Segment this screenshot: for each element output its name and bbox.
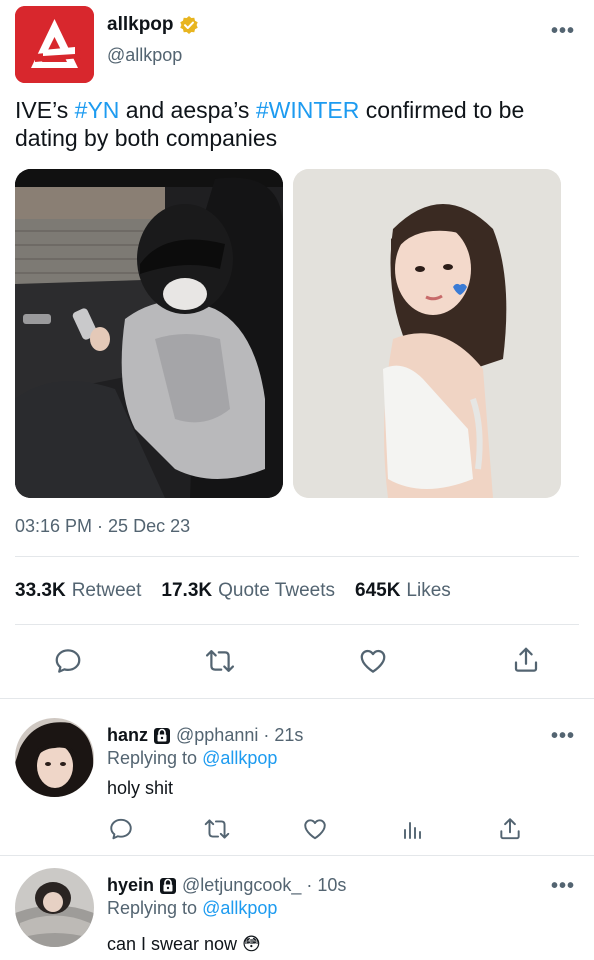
more-options-icon[interactable]: ••• — [551, 20, 575, 43]
author-handle[interactable]: @allkpop — [107, 45, 182, 66]
reply-avatar-hanz[interactable] — [15, 718, 94, 797]
reply-text: can I swear now 😳 — [107, 934, 261, 954]
share-icon[interactable] — [511, 645, 541, 675]
reply-icon[interactable] — [53, 646, 83, 676]
reply-header: hanz @pphanni · 21s — [107, 725, 303, 746]
replying-to-prefix: Replying to — [107, 748, 198, 768]
tweet-timestamp[interactable]: 03:16 PM · 25 Dec 23 — [15, 516, 190, 537]
allkpop-avatar[interactable] — [15, 6, 94, 83]
divider — [15, 556, 579, 557]
retweet-count[interactable]: 33.3K Retweet — [15, 580, 141, 602]
retweet-count-value: 33.3K — [15, 580, 66, 601]
like-count[interactable]: 645K Likes — [355, 580, 451, 602]
reply-icon[interactable] — [108, 816, 134, 842]
replying-to-link[interactable]: @allkpop — [202, 748, 277, 768]
author-name[interactable]: allkpop — [107, 14, 199, 36]
reply-author-name[interactable]: hanz — [107, 725, 148, 746]
share-icon[interactable] — [497, 816, 523, 842]
hashtag-winter[interactable]: #WINTER — [256, 97, 360, 123]
quote-count-value: 17.3K — [161, 580, 213, 601]
reply-author-name[interactable]: hyein — [107, 875, 154, 896]
reply-time[interactable]: · 21s — [263, 725, 303, 746]
lock-icon — [160, 877, 177, 894]
reply-time[interactable]: · 10s — [306, 875, 346, 896]
tweet-stats: 33.3K Retweet 17.3K Quote Tweets 645K Likes — [15, 580, 451, 602]
reply-avatar-hyein[interactable] — [15, 868, 94, 947]
lock-icon — [154, 727, 171, 744]
divider — [15, 624, 579, 625]
retweet-icon[interactable] — [203, 816, 231, 842]
retweet-icon[interactable] — [204, 646, 236, 676]
reply-header: hyein @letjungcook_ · 10s — [107, 875, 346, 896]
more-options-icon[interactable]: ••• — [551, 875, 575, 898]
replying-to-prefix: Replying to — [107, 898, 198, 918]
retweet-count-label: Retweet — [71, 580, 142, 601]
reply-tweet[interactable]: hyein @letjungcook_ · 10s ••• Replying t… — [0, 856, 594, 960]
more-options-icon[interactable]: ••• — [551, 725, 575, 748]
tweet-actions — [0, 642, 594, 678]
tweet-text-part: IVE’s — [15, 97, 75, 123]
replying-to-link[interactable]: @allkpop — [202, 898, 277, 918]
replying-to: Replying to @allkpop — [107, 898, 277, 919]
like-count-value: 645K — [355, 580, 401, 601]
analytics-icon[interactable] — [400, 818, 424, 842]
tweet-image-portrait[interactable] — [293, 169, 561, 498]
author-name-text[interactable]: allkpop — [107, 14, 174, 36]
quote-count[interactable]: 17.3K Quote Tweets — [161, 580, 335, 602]
tweet-text: IVE’s #YN and aespa’s #WINTER confirmed … — [15, 96, 575, 152]
tweet-text-part: and aespa’s — [119, 97, 256, 123]
tweet-image-car[interactable] — [15, 169, 283, 498]
verified-badge-icon — [179, 16, 198, 34]
like-count-label: Likes — [406, 580, 451, 601]
hashtag-yn[interactable]: #YN — [75, 97, 120, 123]
like-icon[interactable] — [302, 816, 328, 842]
reply-author-handle[interactable]: @letjungcook_ — [182, 875, 301, 896]
quote-count-label: Quote Tweets — [218, 580, 335, 601]
reply-author-handle[interactable]: @pphanni — [176, 725, 258, 746]
reply-tweet[interactable]: hanz @pphanni · 21s ••• Replying to @all… — [0, 699, 594, 855]
replying-to: Replying to @allkpop — [107, 748, 277, 769]
reply-text: holy shit — [107, 778, 174, 798]
like-icon[interactable] — [358, 646, 388, 676]
